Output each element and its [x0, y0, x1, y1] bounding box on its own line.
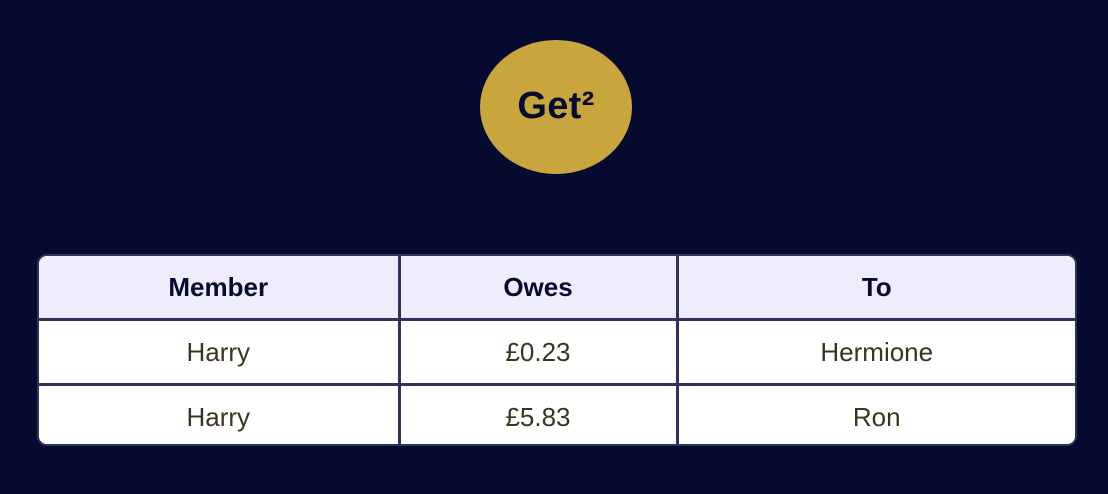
- cell-owes: £0.23: [399, 319, 679, 386]
- cell-to: Ron: [677, 384, 1075, 444]
- column-header-owes: Owes: [399, 256, 679, 321]
- cell-owes: £5.83: [399, 384, 679, 444]
- cell-member: Harry: [39, 384, 401, 444]
- table-row: Harry £5.83 Ron: [39, 384, 1075, 444]
- debts-table-grid: Member Owes To Harry £0.23 Hermione Harr…: [39, 256, 1075, 444]
- table-header-row: Member Owes To: [39, 256, 1075, 321]
- column-header-member: Member: [39, 256, 401, 321]
- app-logo: Get²: [480, 40, 632, 174]
- table-row: Harry £0.23 Hermione: [39, 319, 1075, 386]
- cell-to: Hermione: [677, 319, 1075, 386]
- logo-text: Get²: [517, 84, 595, 127]
- debts-table: Member Owes To Harry £0.23 Hermione Harr…: [37, 254, 1077, 446]
- cell-member: Harry: [39, 319, 401, 386]
- column-header-to: To: [677, 256, 1075, 321]
